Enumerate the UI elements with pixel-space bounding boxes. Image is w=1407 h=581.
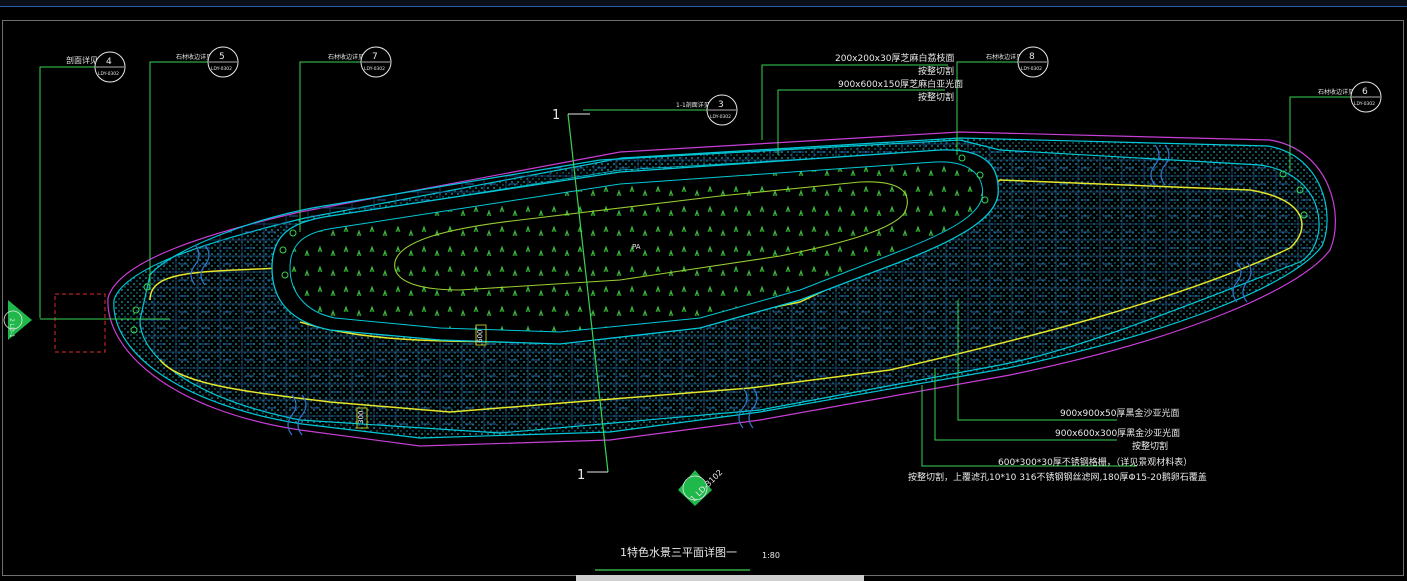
notes-top: 200x200x30厚芝麻白荔枝面 按整切割 900x600x150厚芝麻白亚光…: [835, 52, 963, 103]
callout-6-text: 石材收边详见: [1318, 88, 1354, 96]
callout-3-num: 3: [718, 100, 724, 110]
area-label: PA: [632, 243, 641, 251]
callout-6-num: 6: [1362, 87, 1368, 97]
note-bottom-4: 按整切割，上覆滤孔10*10 316不锈钢钢丝滤网,180厚Φ15-20鹅卵石覆…: [908, 471, 1207, 483]
callout-8-text: 石材收边详见: [986, 53, 1022, 61]
horizontal-scrollbar[interactable]: [576, 575, 864, 581]
note-bottom-1: 900x600x300厚黑金沙亚光面: [1055, 427, 1180, 439]
notes-bottom: 900x900x50厚黑金沙亚光面 900x600x300厚黑金沙亚光面 按整切…: [908, 407, 1207, 483]
callout-7-num: 7: [372, 52, 378, 62]
callout-4-num: 4: [106, 57, 112, 67]
callout-5-num: 5: [219, 52, 225, 62]
left-elevation-symbol[interactable]: 2 LD-1: [3, 300, 32, 340]
callout-5-ref: LDY-0302: [211, 66, 232, 72]
dim-300-label: 300: [357, 410, 365, 424]
note-top-0: 200x200x30厚芝麻白荔枝面: [835, 52, 954, 64]
bottom-elevation-symbol[interactable]: 1 LD-3102: [678, 468, 724, 506]
callout-3-text: 1-1剖面详见: [676, 101, 710, 109]
callout-4-ref: LDY-0302: [98, 71, 119, 77]
left-symbol-text: 2 LD-1: [8, 318, 15, 338]
cad-drawing-canvas[interactable]: 1 1 600 300 PA 剖面详见 4 LDY-0302 石材收边详见 5 …: [0, 0, 1407, 581]
note-top-2: 900x600x150厚芝麻白亚光面: [838, 78, 963, 90]
section-marker-bottom: 1: [577, 468, 585, 483]
inlet-outline: [54, 293, 106, 353]
callout-4-text: 剖面详见: [66, 55, 98, 65]
note-bottom-2: 按整切割: [1132, 440, 1168, 452]
callout-8-num: 8: [1029, 52, 1035, 62]
note-top-1: 按整切割: [918, 65, 954, 77]
callout-5-text: 石材收边详见: [176, 53, 212, 61]
section-marker-top: 1: [552, 108, 560, 123]
callout-6-ref: LDY-0302: [1354, 101, 1375, 107]
callout-7-ref: LDY-0302: [364, 66, 385, 72]
callout-8-ref: LDY-0302: [1021, 66, 1042, 72]
drawing-scale: 1:80: [762, 551, 780, 560]
callout-7-text: 石材收边详见: [328, 53, 364, 61]
note-top-3: 按整切割: [918, 91, 954, 103]
dim-600-label: 600: [476, 329, 484, 343]
drawing-title: 1特色水景三平面详图一: [620, 545, 737, 559]
callout-3-ref: LDY-0302: [710, 114, 731, 120]
note-bottom-0: 900x900x50厚黑金沙亚光面: [1060, 407, 1179, 419]
note-bottom-3: 600*300*30厚不锈钢格栅，（详见景观材料表）: [998, 456, 1192, 468]
